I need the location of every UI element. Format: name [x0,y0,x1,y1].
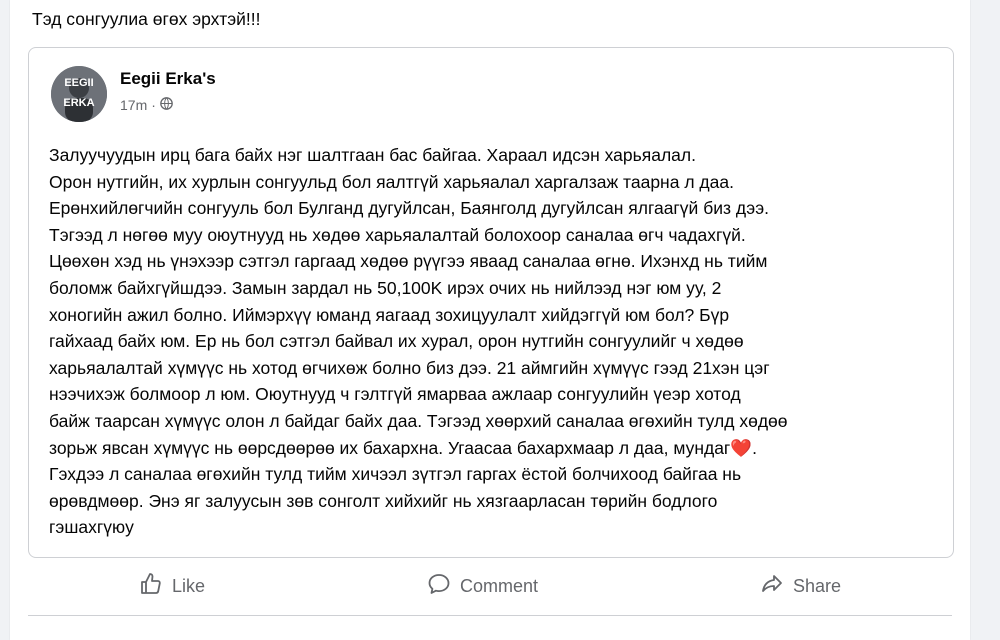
meta-separator: · [151,97,156,113]
avatar-image: EEGII ERKA [51,66,107,122]
avatar-text-top: EEGII [64,77,93,89]
comment-bubble-icon [427,572,451,601]
share-label: Share [792,575,841,596]
feed-post-card: Тэд сонгуулиа өгөх эрхтэй!!! EEGII ERKA … [10,0,970,640]
embedded-post[interactable]: EEGII ERKA Eegii Erka's 17m · Залуучууды… [28,47,954,558]
post-actions: Like Comment Share [28,566,952,606]
post-meta: 17m · [120,97,173,113]
avatar-text-bottom: ERKA [63,97,94,109]
globe-icon[interactable] [160,97,173,113]
comment-button[interactable]: Comment [407,566,558,607]
share-caption: Тэд сонгуулиа өгөх эрхтэй!!! [32,9,261,29]
share-button[interactable]: Share [740,566,861,607]
heart-emoji: ❤️ [730,437,753,458]
share-arrow-icon [760,572,784,601]
thumbs-up-icon [139,572,163,601]
avatar[interactable]: EEGII ERKA [51,66,107,122]
post-body-text: Залуучуудын ирц бага байх нэг шалтгаан б… [49,145,788,458]
like-button[interactable]: Like [119,566,225,607]
comment-label: Comment [459,575,538,596]
post-body: Залуучуудын ирц бага байх нэг шалтгаан б… [49,142,939,541]
post-time[interactable]: 17m [120,97,147,113]
author-name[interactable]: Eegii Erka's [120,69,216,89]
actions-divider [28,615,952,616]
like-label: Like [171,575,205,596]
